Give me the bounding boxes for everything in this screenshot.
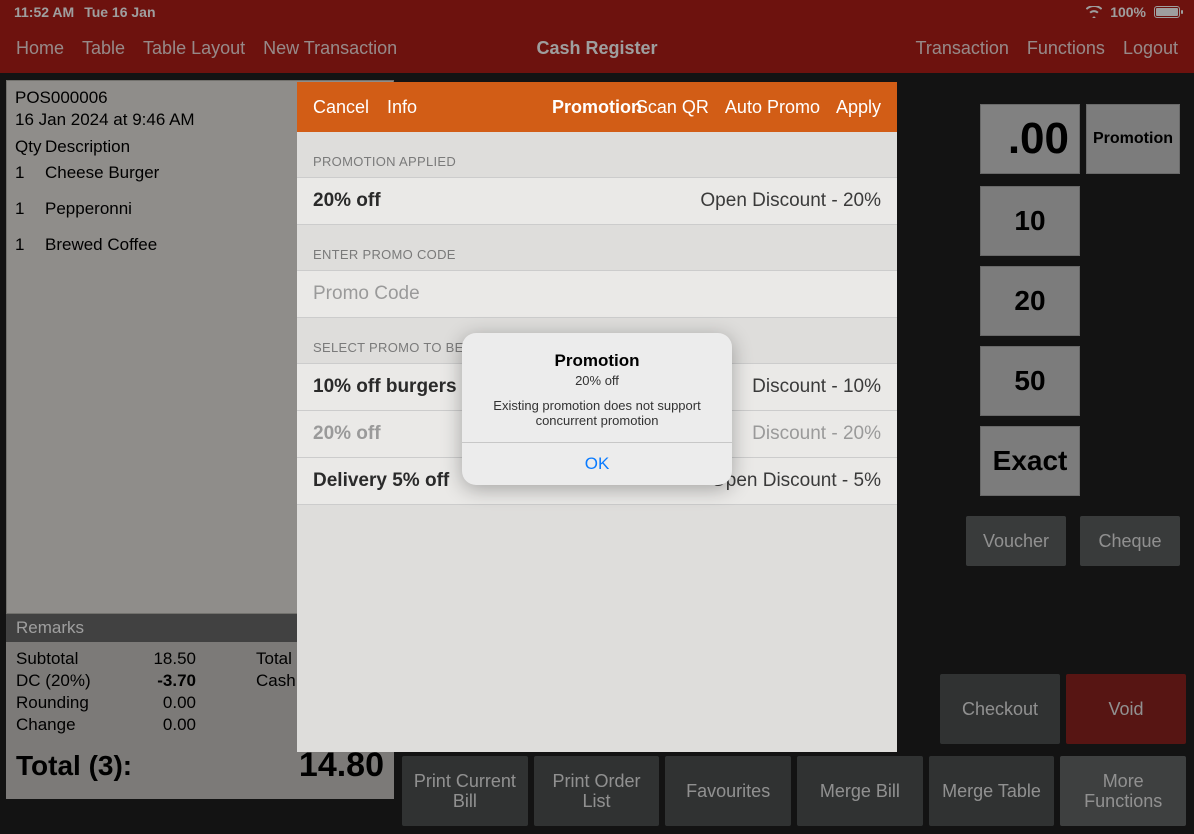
promo-code-placeholder: Promo Code: [313, 283, 420, 305]
promo-option-name: Delivery 5% off: [313, 470, 449, 492]
applied-name: 20% off: [313, 190, 381, 212]
applied-detail: Open Discount - 20%: [700, 190, 881, 212]
promotion-sheet-header: Cancel Info Promotion Scan QR Auto Promo…: [297, 82, 897, 132]
promo-sheet-title: Promotion: [552, 97, 642, 118]
enter-code-section-label: ENTER PROMO CODE: [297, 225, 897, 270]
alert-message: Existing promotion does not support conc…: [478, 398, 716, 428]
promo-option-detail: Discount - 10%: [752, 376, 881, 398]
promo-info-button[interactable]: Info: [387, 97, 417, 118]
promo-option-name: 20% off: [313, 423, 381, 445]
promo-code-input[interactable]: Promo Code: [297, 270, 897, 318]
promo-apply-button[interactable]: Apply: [836, 97, 881, 118]
applied-section-label: PROMOTION APPLIED: [297, 132, 897, 177]
alert-title: Promotion: [478, 351, 716, 371]
promo-option-detail: Open Discount - 5%: [711, 470, 881, 492]
promo-scan-qr-button[interactable]: Scan QR: [636, 97, 709, 118]
promo-option-detail: Discount - 20%: [752, 423, 881, 445]
alert-dialog: Promotion 20% off Existing promotion doe…: [462, 333, 732, 485]
alert-ok-button[interactable]: OK: [462, 443, 732, 485]
applied-promotion-row[interactable]: 20% off Open Discount - 20%: [297, 177, 897, 225]
promo-cancel-button[interactable]: Cancel: [313, 97, 369, 118]
alert-subtitle: 20% off: [478, 373, 716, 388]
promo-auto-button[interactable]: Auto Promo: [725, 97, 820, 118]
promo-option-name: 10% off burgers: [313, 376, 457, 398]
